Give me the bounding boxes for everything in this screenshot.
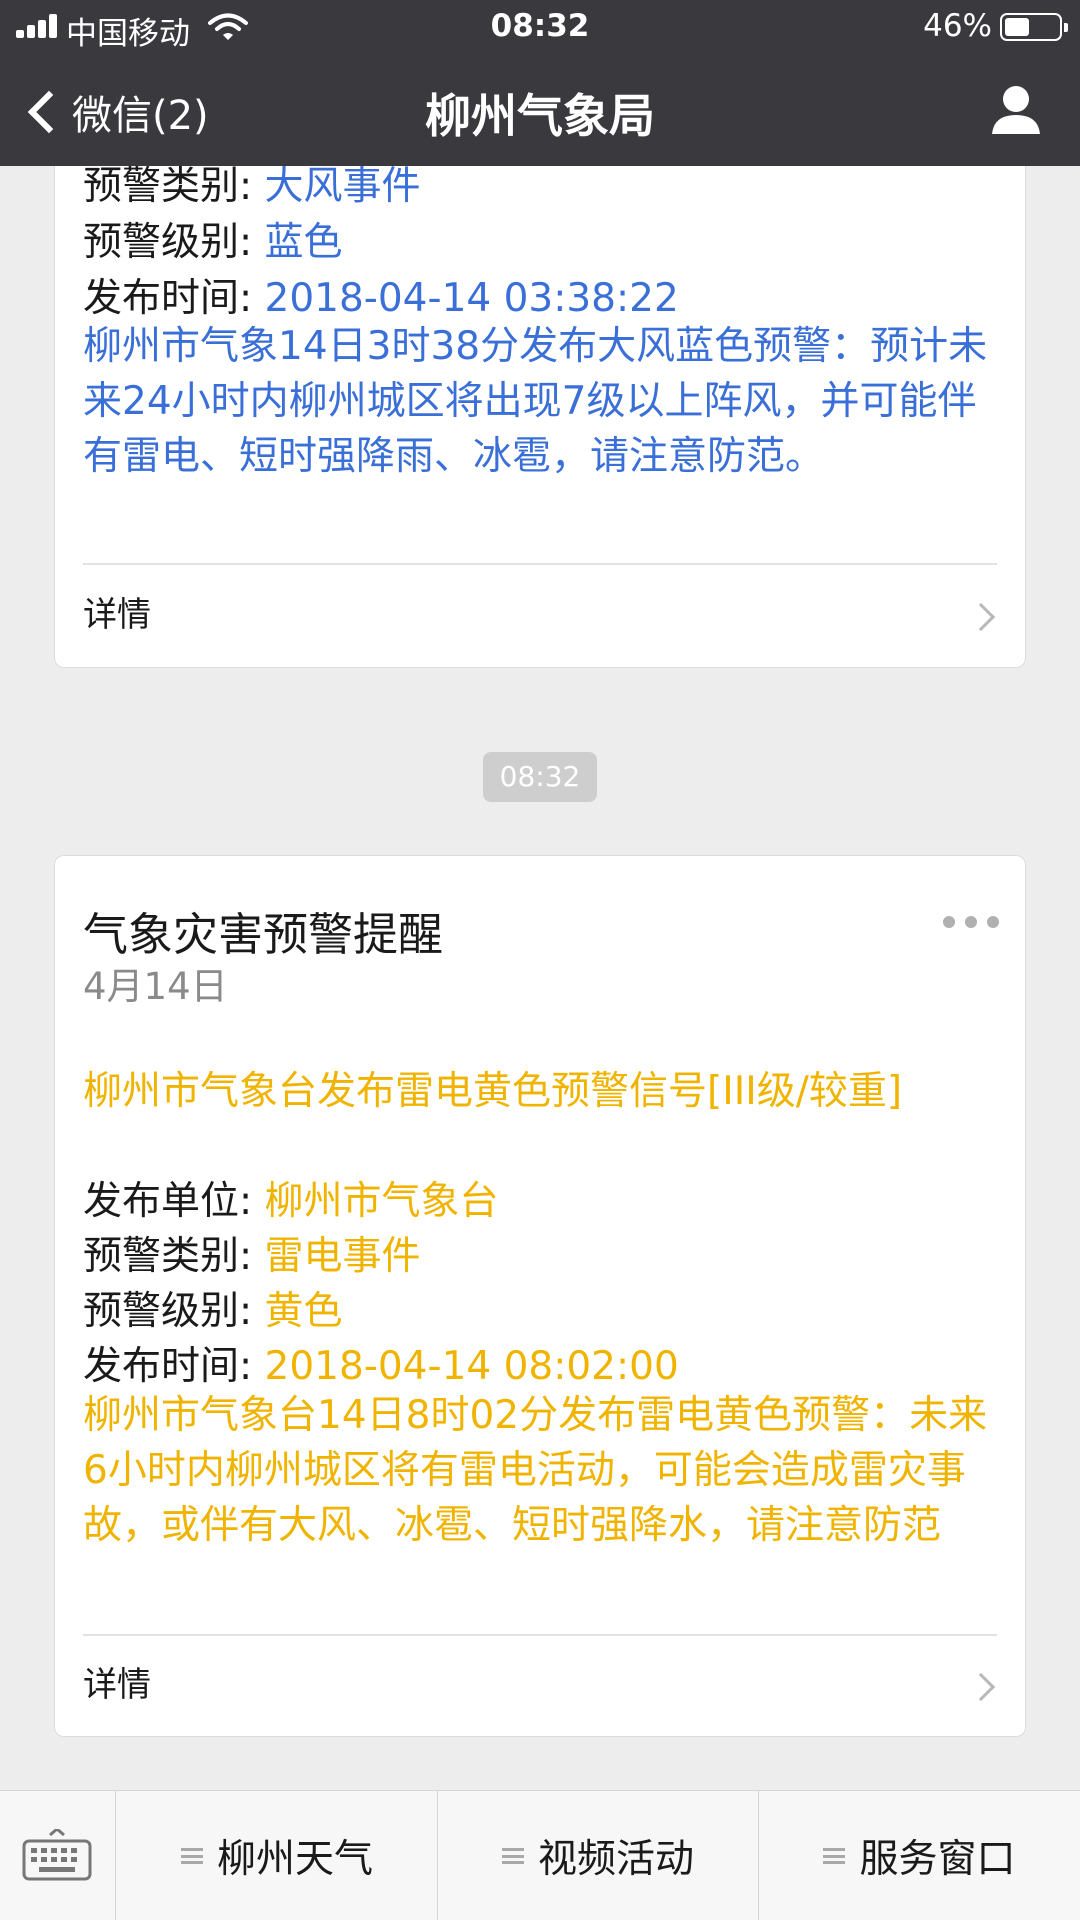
info-row: 预警级别: 黄色 <box>83 1289 343 1334</box>
warning-message: 柳州市气象14日3时38分发布大风蓝色预警：预计未来24小时内柳州城区将出现7级… <box>83 324 988 479</box>
profile-icon[interactable] <box>990 84 1042 136</box>
nav-bar: 微信(2) 柳州气象局 <box>0 66 1080 156</box>
menu-icon <box>823 1848 846 1864</box>
info-value: 2018-04-14 08:02:00 <box>264 1344 679 1389</box>
info-row: 预警类别: 雷电事件 <box>83 1234 421 1279</box>
bottom-menu-bar: 柳州天气 视频活动 服务窗口 <box>0 1790 1080 1920</box>
menu-item-label: 服务窗口 <box>859 1837 1016 1882</box>
divider <box>83 1634 997 1636</box>
info-row: 预警级别: 蓝色 <box>83 220 343 265</box>
info-value: 2018-04-14 03:38:22 <box>264 276 679 321</box>
info-row: 发布单位: 柳州市气象台 <box>83 1179 499 1224</box>
info-row: 发布时间: 2018-04-14 03:38:22 <box>83 276 679 321</box>
info-row: 发布时间: 2018-04-14 08:02:00 <box>83 1344 679 1389</box>
battery-icon <box>1000 13 1068 41</box>
keyboard-icon <box>22 1829 92 1881</box>
menu-item-weather[interactable]: 柳州天气 <box>117 1791 438 1920</box>
info-value: 黄色 <box>264 1289 343 1334</box>
menu-item-video[interactable]: 视频活动 <box>438 1791 759 1920</box>
battery-percent: 46% <box>923 8 992 44</box>
battery-fill <box>1005 18 1029 36</box>
card-date: 4月14日 <box>83 965 228 1008</box>
detail-label: 详情 <box>83 1665 151 1705</box>
warning-message: 柳州市气象台14日8时02分发布雷电黄色预警：未来6小时内柳州城区将有雷电活动，… <box>83 1393 988 1548</box>
menu-item-label: 柳州天气 <box>216 1837 373 1882</box>
top-bar: 中国移动 08:32 46% 微信(2) 柳州气象局 <box>0 0 1080 166</box>
menu-item-label: 视频活动 <box>537 1837 694 1882</box>
menu-icon <box>180 1848 203 1864</box>
info-value: 蓝色 <box>264 220 343 265</box>
info-value: 雷电事件 <box>264 1234 421 1279</box>
message-timestamp: 08:32 <box>483 752 597 802</box>
more-icon[interactable] <box>943 916 999 928</box>
status-bar: 中国移动 08:32 46% <box>0 0 1080 54</box>
divider <box>83 563 997 565</box>
menu-item-service[interactable]: 服务窗口 <box>759 1791 1080 1920</box>
detail-label: 详情 <box>83 595 151 635</box>
card-title: 气象灾害预警提醒 <box>83 908 444 961</box>
keyboard-toggle-button[interactable] <box>0 1791 116 1920</box>
page-title: 柳州气象局 <box>425 89 655 143</box>
warning-card-thunder: 气象灾害预警提醒 4月14日 柳州市气象台发布雷电黄色预警信号[III级/较重]… <box>54 855 1026 1737</box>
info-value: 大风事件 <box>264 164 421 209</box>
status-time: 08:32 <box>490 8 590 44</box>
chevron-right-icon <box>966 602 996 632</box>
info-value: 柳州市气象台 <box>264 1179 499 1224</box>
warning-headline: 柳州市气象台发布雷电黄色预警信号[III级/较重] <box>83 1069 903 1114</box>
chevron-right-icon <box>966 1672 996 1702</box>
menu-icon <box>501 1848 524 1864</box>
